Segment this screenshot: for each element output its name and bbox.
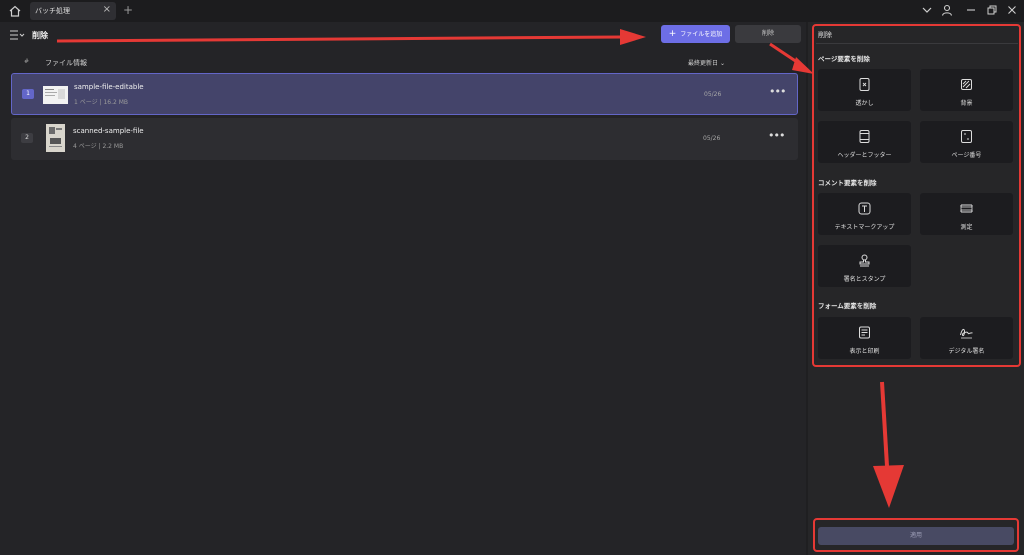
- annotation-arrows: [56, 29, 904, 508]
